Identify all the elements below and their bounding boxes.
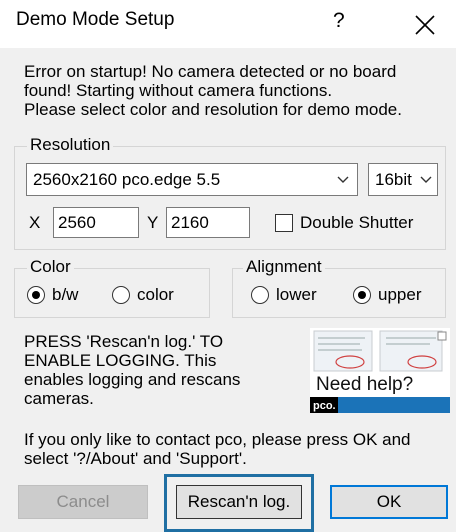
error-message-line: Please select color and resolution for d…: [24, 100, 402, 119]
double-shutter-label: Double Shutter: [300, 213, 414, 232]
cancel-button[interactable]: Cancel: [18, 485, 148, 519]
logging-instructions-line: ENABLE LOGGING. This: [24, 351, 217, 370]
color-color-radio[interactable]: [112, 286, 130, 304]
x-resolution-field[interactable]: 2560: [53, 207, 139, 238]
alignment-upper-radio[interactable]: [353, 286, 371, 304]
help-button[interactable]: ?: [333, 9, 345, 33]
bitdepth-select[interactable]: 16bit: [368, 163, 438, 196]
color-color-label: color: [137, 285, 174, 304]
window-title: Demo Mode Setup: [16, 9, 175, 30]
y-resolution-field[interactable]: 2160: [166, 207, 250, 238]
close-icon[interactable]: [414, 14, 436, 36]
help-image-link[interactable]: Need help? pco.: [310, 328, 450, 413]
alignment-lower-label: lower: [276, 285, 317, 304]
alignment-lower-radio[interactable]: [251, 286, 269, 304]
chevron-down-icon: [337, 176, 349, 183]
bitdepth-value: 16bit: [375, 170, 412, 189]
logging-instructions-line: PRESS 'Rescan'n log.' TO: [24, 332, 224, 351]
resolution-legend: Resolution: [27, 135, 114, 155]
contact-instructions-line: select '?/About' and 'Support'.: [24, 449, 247, 468]
logging-instructions-line: enables logging and rescans: [24, 370, 241, 389]
alignment-legend: Alignment: [243, 257, 325, 277]
need-help-caption: Need help?: [316, 374, 413, 395]
x-label: X: [29, 213, 41, 232]
ok-button[interactable]: OK: [330, 485, 448, 519]
resolution-group: Resolution 2560x2160 pco.edge 5.5 16bit …: [14, 135, 446, 250]
double-shutter-checkbox[interactable]: [275, 214, 293, 232]
alignment-upper-label: upper: [378, 285, 422, 304]
contact-instructions: If you only like to contact pco, please …: [24, 430, 454, 468]
radio-selected-dot: [358, 291, 366, 299]
alignment-group: Alignment lower upper: [232, 257, 446, 318]
radio-selected-dot: [32, 291, 40, 299]
error-message-line: found! Starting without camera functions…: [24, 81, 333, 100]
color-group: Color b/w color: [14, 257, 210, 318]
color-bw-label: b/w: [52, 285, 79, 304]
color-bw-radio[interactable]: [27, 286, 45, 304]
logging-instructions: PRESS 'Rescan'n log.' TO ENABLE LOGGING.…: [24, 332, 294, 408]
logging-instructions-line: cameras.: [24, 389, 94, 408]
y-label: Y: [147, 213, 159, 232]
title-bar: Demo Mode Setup ?: [0, 0, 456, 48]
camera-model-select[interactable]: 2560x2160 pco.edge 5.5: [26, 163, 358, 196]
rescan-log-button[interactable]: Rescan'n log.: [176, 485, 302, 519]
pco-logo-text: pco.: [313, 400, 336, 412]
camera-model-value: 2560x2160 pco.edge 5.5: [33, 170, 221, 189]
error-message: Error on startup! No camera detected or …: [24, 62, 448, 119]
color-legend: Color: [27, 257, 74, 277]
error-message-line: Error on startup! No camera detected or …: [24, 62, 397, 81]
contact-instructions-line: If you only like to contact pco, please …: [24, 430, 411, 449]
chevron-down-icon: [420, 176, 432, 183]
dialog-body: Error on startup! No camera detected or …: [0, 48, 456, 532]
